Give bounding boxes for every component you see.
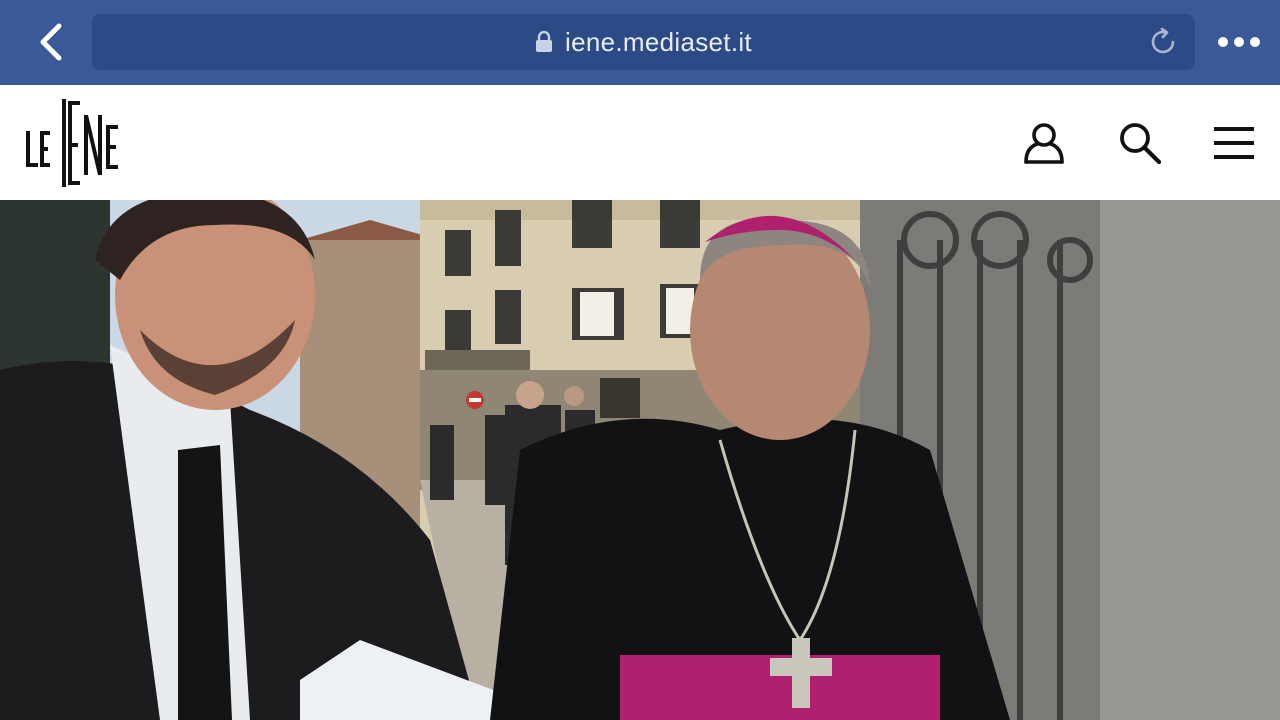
url-text: iene.mediaset.it [565, 26, 752, 57]
menu-button[interactable] [1208, 117, 1260, 169]
back-button[interactable] [28, 18, 72, 66]
address-display: iene.mediaset.it [92, 14, 1195, 70]
search-button[interactable] [1114, 117, 1166, 169]
more-dots-icon [1218, 37, 1260, 47]
search-icon [1120, 123, 1162, 165]
address-bar[interactable]: iene.mediaset.it [92, 14, 1195, 70]
account-button[interactable] [1018, 117, 1070, 169]
menu-icon [1214, 127, 1254, 159]
hero-video[interactable] [0, 200, 1280, 720]
site-header [0, 85, 1280, 201]
logo-mark [26, 99, 118, 187]
reload-button[interactable] [1145, 24, 1181, 60]
browser-toolbar: iene.mediaset.it [0, 0, 1280, 85]
reload-icon [1151, 27, 1175, 54]
user-icon [1024, 123, 1064, 164]
le-iene-logo[interactable] [22, 97, 122, 189]
video-frame-image [0, 200, 1280, 720]
lock-icon [536, 31, 553, 52]
more-options-button[interactable] [1212, 22, 1266, 62]
chevron-left-icon [40, 23, 62, 61]
